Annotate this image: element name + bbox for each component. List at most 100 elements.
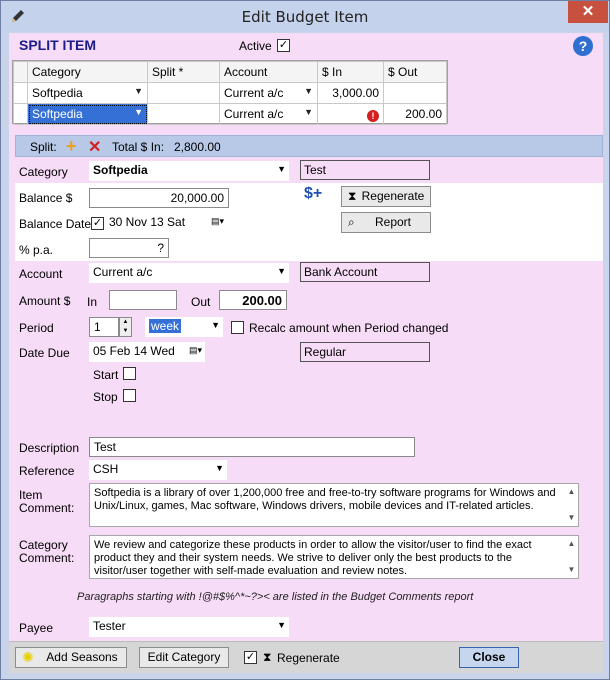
window-close-button[interactable]: ✕	[568, 1, 608, 23]
grid-col-split[interactable]: Split *	[147, 61, 220, 83]
period-field[interactable]: 1	[89, 317, 119, 337]
grid-header-row: Category Split * Account $ In $ Out	[13, 61, 447, 83]
help-icon[interactable]: ?	[573, 36, 593, 56]
table-row[interactable]: Softpedia ▼ Current a/c ▼ 3,000.00	[13, 82, 447, 104]
category-comment-text: We review and categorize these products …	[94, 539, 532, 577]
balance-field[interactable]: 20,000.00	[89, 188, 229, 208]
report-button-label: Report	[374, 215, 412, 229]
period-label: Period	[19, 321, 54, 335]
chevron-down-icon[interactable]: ▼	[304, 107, 313, 117]
chevron-down-icon[interactable]: ▼	[134, 107, 143, 117]
chevron-down-icon[interactable]: ▼	[277, 266, 286, 276]
pa-field[interactable]: ?	[89, 238, 169, 258]
date-due-picker[interactable]: 05 Feb 14 Wed ▤▾	[89, 342, 205, 362]
split-item-title: SPLIT ITEM	[19, 37, 96, 53]
chevron-down-icon[interactable]: ▼	[304, 86, 313, 96]
stop-checkbox[interactable]	[123, 389, 136, 402]
grid-col-out[interactable]: $ Out	[383, 61, 447, 83]
description-field[interactable]: Test	[89, 437, 415, 457]
add-split-icon[interactable]: +	[66, 136, 77, 157]
grid-col-in[interactable]: $ In	[317, 61, 384, 83]
reference-label: Reference	[19, 464, 75, 478]
chevron-down-icon[interactable]: ▼	[277, 164, 286, 174]
account-select[interactable]: Current a/c ▼	[89, 263, 289, 283]
out-label: Out	[191, 295, 211, 309]
category-comment-scrollbar[interactable]: ▲ ▼	[566, 537, 577, 577]
split-toolbar: Split: + ✕ Total $ In: 2,800.00	[15, 135, 603, 157]
regenerate-button-label: Regenerate	[361, 189, 425, 203]
cell-account-text: Current a/c	[224, 86, 284, 100]
recalc-checkbox[interactable]	[231, 321, 244, 334]
in-field[interactable]	[109, 290, 177, 310]
split-grid: Category Split * Account $ In $ Out Soft…	[12, 60, 448, 125]
date-due-note: Regular	[300, 342, 430, 362]
account-select-value: Current a/c	[93, 265, 153, 279]
active-checkbox[interactable]: ✓	[277, 39, 290, 52]
chevron-down-icon[interactable]: ▼	[277, 620, 286, 630]
calendar-dropdown-icon[interactable]: ▤▾	[189, 345, 202, 356]
grid-col-account[interactable]: Account	[219, 61, 318, 83]
cell-in[interactable]: !	[317, 103, 384, 125]
payee-label: Payee	[19, 621, 54, 635]
out-field[interactable]: 200.00	[219, 290, 287, 310]
row-selector[interactable]	[13, 103, 28, 125]
category-note: Test	[300, 160, 430, 180]
cell-category[interactable]: Softpedia ▼	[27, 82, 148, 104]
regenerate-checkbox[interactable]: ✓	[244, 651, 257, 664]
cell-account[interactable]: Current a/c ▼	[219, 82, 318, 104]
cell-category-text: Softpedia	[32, 86, 83, 100]
delete-split-icon[interactable]: ✕	[88, 137, 101, 157]
item-comment-textarea[interactable]: Softpedia is a library of over 1,200,000…	[89, 483, 579, 527]
active-label: Active	[239, 39, 272, 53]
date-due-label: Date Due	[19, 346, 70, 360]
table-row[interactable]: Softpedia ▼ Current a/c ▼ ! 200.00	[13, 103, 447, 125]
item-comment-text: Softpedia is a library of over 1,200,000…	[94, 487, 556, 512]
description-label: Description	[19, 441, 80, 455]
cell-account-text: Current a/c	[224, 107, 284, 121]
cell-split[interactable]	[147, 103, 220, 125]
reference-select[interactable]: CSH ▼	[89, 460, 227, 480]
cell-account[interactable]: Current a/c ▼	[219, 103, 318, 125]
balance-date-label: Balance Date	[19, 217, 92, 231]
close-button[interactable]: Close	[459, 647, 519, 668]
regenerate-button[interactable]: ⧗ Regenerate	[341, 186, 431, 207]
start-label: Start	[93, 368, 119, 382]
category-comment-textarea[interactable]: We review and categorize these products …	[89, 535, 579, 579]
cell-category[interactable]: Softpedia ▼	[27, 103, 148, 125]
calendar-dropdown-icon[interactable]: ▤▾	[211, 216, 224, 227]
cell-out[interactable]	[383, 82, 447, 104]
grid-col-category[interactable]: Category	[27, 61, 148, 83]
recalc-label: Recalc amount when Period changed	[249, 321, 449, 335]
cell-split[interactable]	[147, 82, 220, 104]
cell-category-text: Softpedia	[32, 107, 83, 121]
balance-date-picker[interactable]: 30 Nov 13 Sat ▤▾	[105, 213, 227, 233]
account-label: Account	[19, 267, 63, 281]
category-comment-label-line1: Category	[19, 538, 68, 552]
cell-out[interactable]: 200.00	[383, 103, 447, 125]
chevron-down-icon[interactable]: ▼	[211, 320, 220, 330]
chevron-down-icon[interactable]: ▼	[134, 86, 143, 96]
hourglass-icon: ⧗	[348, 189, 357, 203]
payee-select-value: Tester	[93, 619, 126, 633]
start-checkbox[interactable]	[123, 367, 136, 380]
grid-col-selector	[13, 61, 28, 83]
category-select[interactable]: Softpedia ▼	[89, 161, 289, 181]
report-button[interactable]: ⌕ Report	[341, 212, 431, 233]
chevron-down-icon[interactable]: ▼	[215, 463, 224, 473]
add-seasons-button[interactable]: ✺ Add Seasons	[15, 647, 127, 668]
payee-select[interactable]: Tester ▼	[89, 617, 289, 637]
cell-in[interactable]: 3,000.00	[317, 82, 384, 104]
regenerate-checkbox-label: Regenerate	[277, 651, 340, 665]
period-stepper[interactable]: ▲ ▼	[119, 317, 132, 337]
row-selector[interactable]	[13, 82, 28, 104]
period-unit-select[interactable]: week ▼	[145, 317, 223, 337]
edit-category-button[interactable]: Edit Category	[139, 647, 229, 668]
item-comment-scrollbar[interactable]: ▲ ▼	[566, 485, 577, 525]
account-note: Bank Account	[300, 262, 430, 282]
dollar-plus-icon[interactable]: $+	[304, 185, 322, 203]
total-in-label: Total $ In:	[112, 140, 165, 154]
balance-date-checkbox[interactable]: ✓	[91, 217, 104, 230]
balance-label: Balance $	[19, 191, 73, 205]
magnifier-icon: ⌕	[348, 215, 355, 229]
paragraph-note: Paragraphs starting with !@#$%^*~?>< are…	[77, 591, 474, 603]
